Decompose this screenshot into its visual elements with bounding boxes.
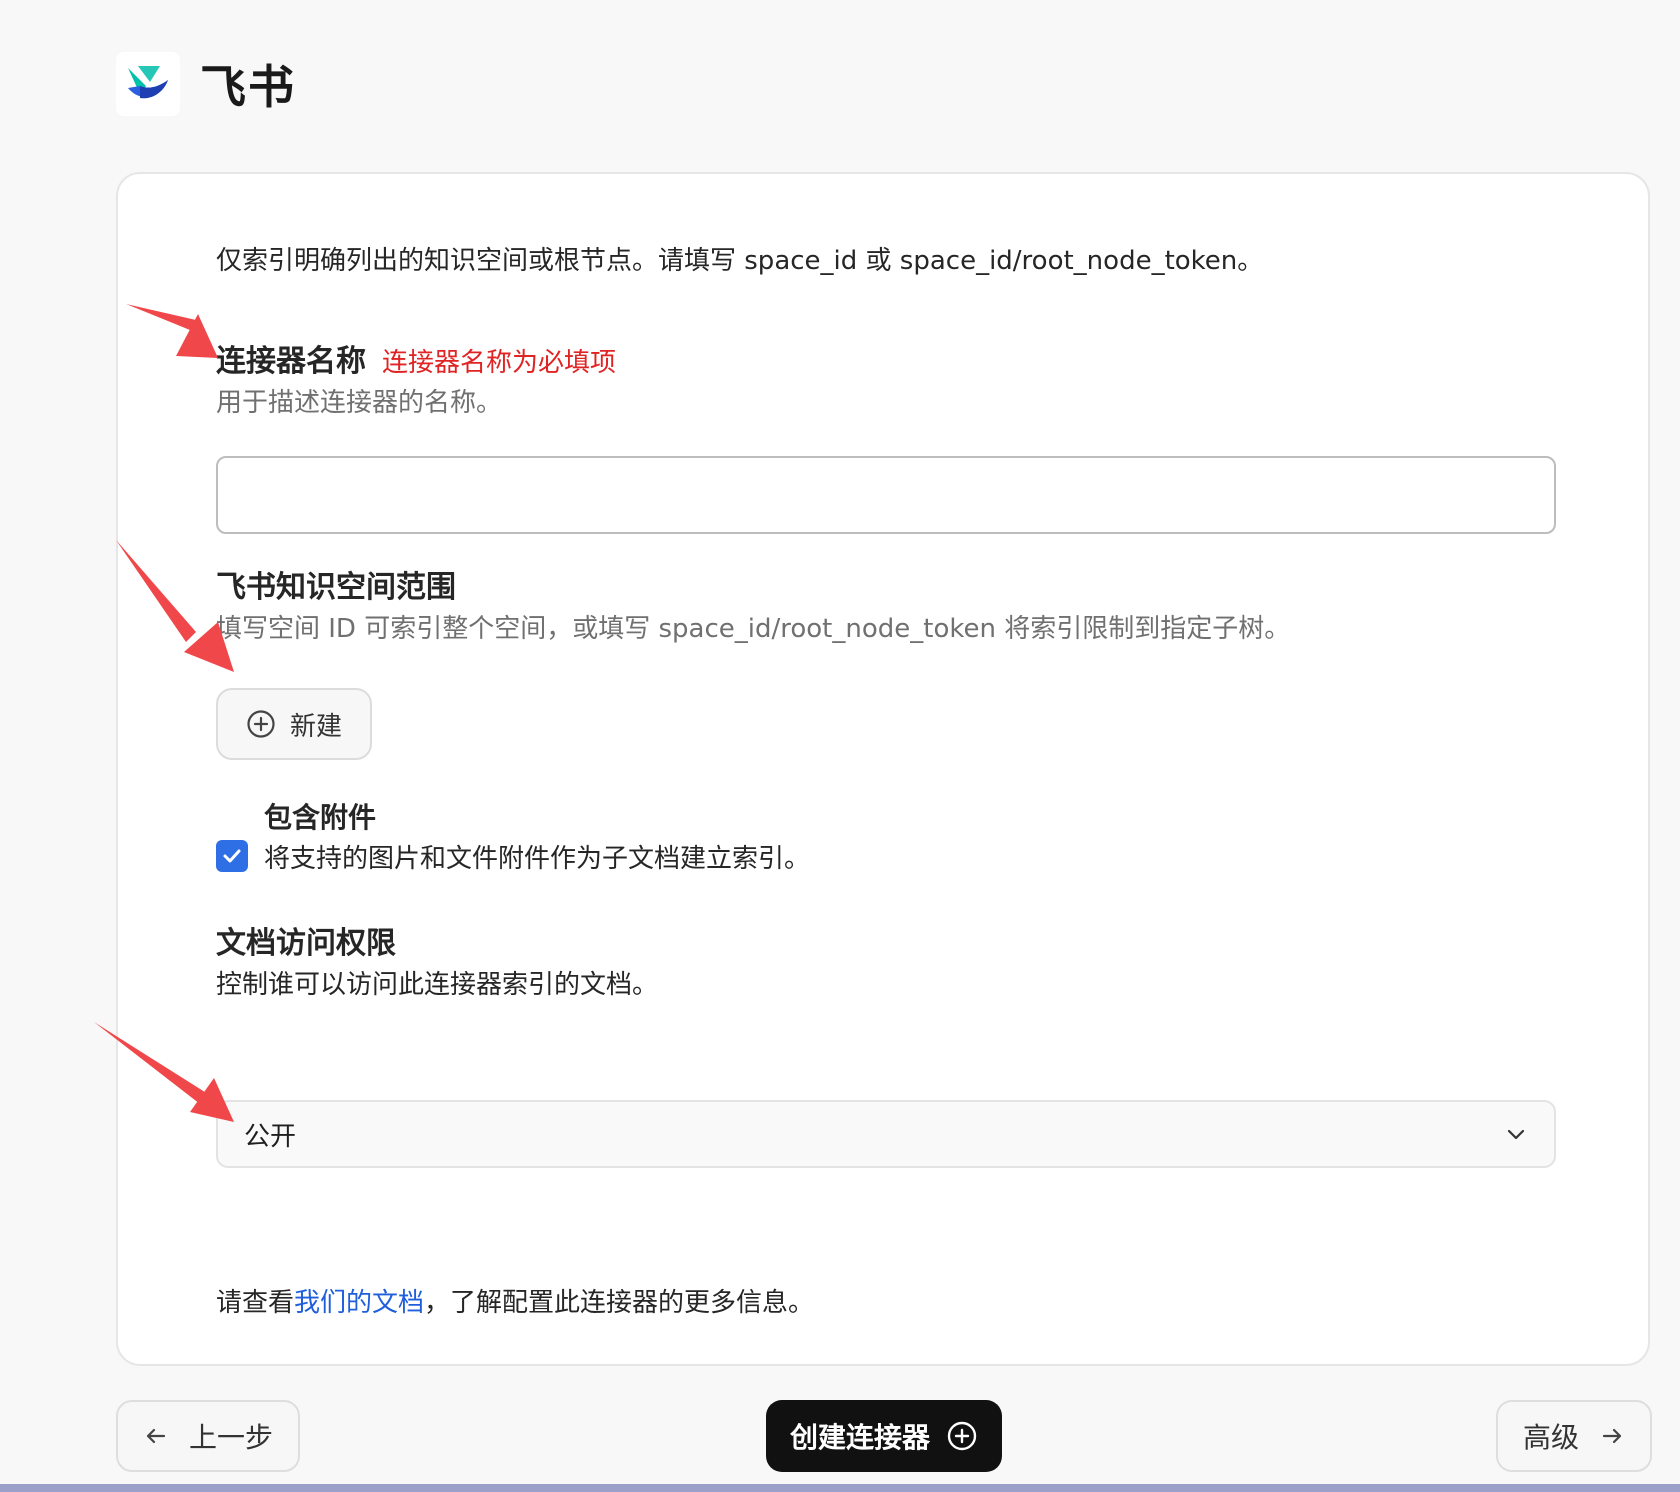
new-scope-button-label: 新建	[289, 711, 342, 742]
scope-description: 填写空间 ID 可索引整个空间，或填写 space_id/root_node_t…	[216, 614, 1291, 644]
docs-note: 请查看我们的文档，了解配置此连接器的更多信息。	[216, 1282, 814, 1319]
advanced-button-label: 高级	[1522, 1421, 1579, 1454]
connector-name-error: 连接器名称为必填项	[382, 348, 617, 378]
docs-note-prefix: 请查看	[216, 1288, 295, 1318]
connector-name-input[interactable]	[216, 456, 1556, 534]
feishu-logo-icon	[116, 52, 180, 116]
arrow-left-icon	[146, 1428, 166, 1444]
app-header: 飞书	[116, 52, 296, 116]
advanced-button[interactable]: 高级	[1496, 1400, 1652, 1472]
bottom-strip	[0, 1484, 1680, 1492]
arrow-right-icon	[1602, 1428, 1622, 1444]
create-connector-button-label: 创建连接器	[789, 1421, 930, 1454]
back-button[interactable]: 上一步	[116, 1400, 300, 1472]
connector-name-description: 用于描述连接器的名称。	[216, 388, 503, 418]
access-description: 控制谁可以访问此连接器索引的文档。	[216, 970, 659, 1000]
chevron-down-icon	[1507, 1129, 1525, 1140]
include-attachments-label[interactable]: 包含附件	[264, 796, 376, 836]
access-label: 文档访问权限	[216, 926, 396, 961]
access-select[interactable]: 公开	[216, 1100, 1556, 1168]
include-attachments-description: 将支持的图片和文件附件作为子文档建立索引。	[264, 844, 811, 874]
new-scope-button[interactable]: 新建	[216, 688, 372, 760]
app-title: 飞书	[200, 60, 296, 114]
plus-circle-icon	[947, 1421, 977, 1451]
connector-name-label: 连接器名称 连接器名称为必填项	[216, 336, 616, 380]
scope-label: 飞书知识空间范围	[216, 570, 456, 605]
back-button-label: 上一步	[188, 1421, 273, 1454]
connector-form-card: 仅索引明确列出的知识空间或根节点。请填写 space_id 或 space_id…	[116, 172, 1650, 1366]
access-select-value: 公开	[244, 1121, 297, 1152]
docs-note-suffix: ，了解配置此连接器的更多信息。	[424, 1288, 815, 1318]
plus-circle-icon	[247, 710, 275, 738]
connector-name-label-text: 连接器名称	[216, 344, 366, 379]
create-connector-button[interactable]: 创建连接器	[766, 1400, 1002, 1472]
include-attachments-checkbox[interactable]	[216, 840, 248, 872]
checkmark-icon	[223, 849, 241, 863]
intro-text: 仅索引明确列出的知识空间或根节点。请填写 space_id 或 space_id…	[216, 246, 1264, 276]
docs-link[interactable]: 我们的文档	[294, 1288, 424, 1318]
